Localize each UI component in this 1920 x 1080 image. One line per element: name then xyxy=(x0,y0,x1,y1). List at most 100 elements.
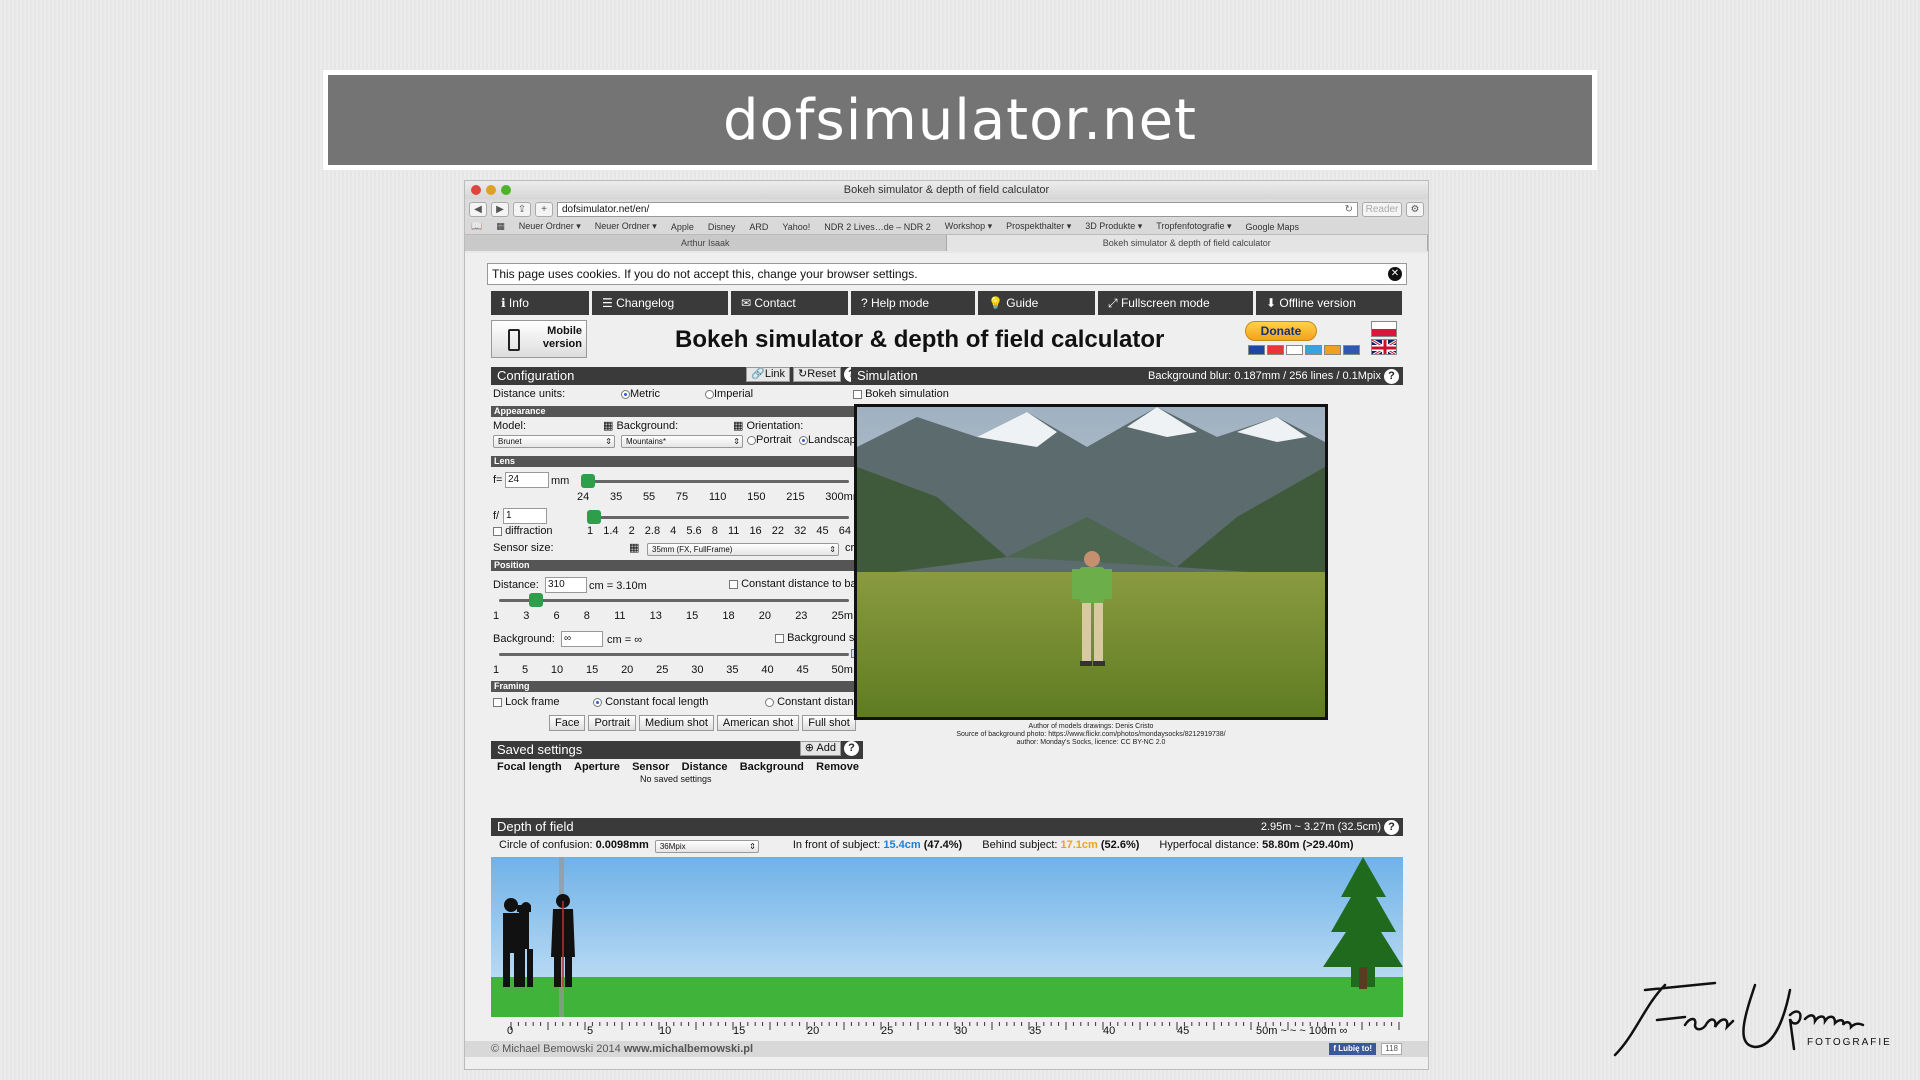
bookmark-item[interactable]: Neuer Ordner ▾ xyxy=(519,221,581,232)
menu-label: Help mode xyxy=(871,296,930,310)
imperial-radio-dot[interactable] xyxy=(705,389,714,399)
top-sites-grid-icon[interactable]: ▦ xyxy=(496,221,505,232)
mobile-line2: version xyxy=(542,338,582,350)
landscape-radio-dot[interactable] xyxy=(799,435,808,445)
help-icon[interactable]: ? xyxy=(1384,368,1399,384)
imperial-radio[interactable]: Imperial xyxy=(705,388,753,400)
reload-icon[interactable]: ↻ xyxy=(1345,203,1353,216)
settings-icon[interactable]: ⚙ xyxy=(1406,201,1424,217)
bokeh-check[interactable] xyxy=(853,389,862,399)
metric-radio-dot[interactable] xyxy=(621,389,630,399)
background-select[interactable]: Mountains* ⇕ xyxy=(621,435,743,448)
focal-ticks: 24 35 55 75 110 150 215 300mm xyxy=(577,491,862,503)
mobile-version-button[interactable]: Mobile version xyxy=(491,320,587,358)
distance-slider-track[interactable] xyxy=(499,599,849,602)
focal-slider-track[interactable] xyxy=(583,480,849,483)
sensor-select[interactable]: 35mm (FX, FullFrame) ⇕ xyxy=(647,543,839,556)
forward-icon[interactable]: ▶ xyxy=(491,201,509,217)
bookmark-item[interactable]: NDR 2 Lives…de – NDR 2 xyxy=(824,222,931,232)
portrait-radio[interactable]: Portrait xyxy=(747,434,791,446)
tick-label: 15 xyxy=(585,664,599,676)
close-icon[interactable]: ✕ xyxy=(1388,267,1402,281)
constant-distance-dot[interactable] xyxy=(765,697,774,707)
menu-contact[interactable]: ✉ Contact xyxy=(731,291,848,315)
facebook-like-button[interactable]: f Lubię to! xyxy=(1329,1043,1376,1055)
medium-shot-button[interactable]: Medium shot xyxy=(638,715,714,731)
menu-changelog[interactable]: ☰ Changelog xyxy=(592,291,728,315)
bookmarks-book-icon[interactable]: 📖 xyxy=(471,221,482,232)
minimize-window-icon[interactable] xyxy=(486,185,496,195)
diffraction-check[interactable] xyxy=(493,526,502,536)
bookmark-item[interactable]: Tropfenfotografie ▾ xyxy=(1156,221,1231,232)
aperture-input[interactable]: 1 xyxy=(503,508,547,524)
main-menu: ℹ Info ☰ Changelog ✉ Contact ? Help mode… xyxy=(491,291,1402,315)
tick-label: 25m xyxy=(831,610,853,622)
model-select[interactable]: Brunet ⇕ xyxy=(493,435,615,448)
link-button[interactable]: 🔗Link xyxy=(746,367,791,382)
author-site-link[interactable]: www.michalbemowski.pl xyxy=(624,1043,753,1055)
distance-input[interactable]: 310 xyxy=(545,577,587,593)
tab-arthur-isaak[interactable]: Arthur Isaak xyxy=(465,235,947,251)
bookmark-item[interactable]: Yahoo! xyxy=(782,222,810,232)
dof-range: 2.95m ~ 3.27m (32.5cm) xyxy=(1260,821,1381,833)
bookmark-item[interactable]: 3D Produkte ▾ xyxy=(1085,221,1142,232)
background-distance-input[interactable]: ∞ xyxy=(561,631,603,647)
new-tab-icon[interactable]: + xyxy=(535,201,553,217)
distance-slider-thumb[interactable] xyxy=(528,593,543,607)
background-slider-track[interactable] xyxy=(499,653,849,656)
menu-guide[interactable]: 💡 Guide xyxy=(978,291,1095,315)
bookmark-item[interactable]: Apple xyxy=(671,222,694,232)
share-icon[interactable]: ⇪ xyxy=(513,201,531,217)
bg-scaling-check[interactable] xyxy=(775,633,784,643)
bookmark-item[interactable]: Neuer Ordner ▾ xyxy=(595,221,657,232)
ruler-label: 40 xyxy=(1103,1025,1116,1037)
menu-help-mode[interactable]: ? Help mode xyxy=(851,291,975,315)
reader-button[interactable]: Reader xyxy=(1362,201,1402,217)
tab-bokeh-simulator[interactable]: Bokeh simulator & depth of field calcula… xyxy=(946,235,1428,251)
menu-fullscreen[interactable]: ⤢ Fullscreen mode xyxy=(1098,291,1253,315)
back-icon[interactable]: ◀ xyxy=(469,201,487,217)
constant-bg-check[interactable] xyxy=(729,579,738,589)
zoom-window-icon[interactable] xyxy=(501,185,511,195)
coc-select[interactable]: 36Mpix ⇕ xyxy=(654,840,759,853)
face-button[interactable]: Face xyxy=(549,715,586,731)
constant-distance-radio[interactable]: Constant distance xyxy=(765,696,865,708)
portrait-radio-dot[interactable] xyxy=(747,435,756,445)
bookmark-item[interactable]: Workshop ▾ xyxy=(945,221,992,232)
tick-label: 11 xyxy=(614,610,626,622)
bookmark-item[interactable]: Disney xyxy=(708,222,736,232)
reset-button[interactable]: ↻Reset xyxy=(793,367,841,382)
help-icon[interactable]: ? xyxy=(1384,819,1399,835)
add-button[interactable]: ⊕ Add xyxy=(799,741,841,756)
menu-offline[interactable]: ⬇ Offline version xyxy=(1256,291,1402,315)
menu-info[interactable]: ℹ Info xyxy=(491,291,589,315)
diffraction-checkbox[interactable]: diffraction xyxy=(493,525,553,537)
tick-label: 6 xyxy=(553,610,560,622)
focal-length-input[interactable]: 24 xyxy=(505,472,549,488)
credit-line: Author of models drawings: Denis Cristo xyxy=(1028,723,1154,730)
donate-button[interactable]: Donate xyxy=(1245,321,1317,341)
american-shot-button[interactable]: American shot xyxy=(716,715,800,731)
lock-frame-checkbox[interactable]: Lock frame xyxy=(493,696,559,708)
url-bar[interactable]: dofsimulator.net/en/ ↻ xyxy=(557,201,1358,217)
flag-english-icon[interactable] xyxy=(1371,339,1397,355)
bookmark-item[interactable]: Prospekthalter ▾ xyxy=(1006,221,1071,232)
bokeh-simulation-checkbox[interactable]: Bokeh simulation xyxy=(853,388,949,400)
aperture-slider-track[interactable] xyxy=(589,516,849,519)
aperture-slider-thumb[interactable] xyxy=(587,510,601,524)
portrait-button[interactable]: Portrait xyxy=(588,715,636,731)
landscape-radio[interactable]: Landscape xyxy=(799,434,862,446)
behind-label: Behind subject: xyxy=(982,839,1058,851)
tick-label: 35 xyxy=(609,491,623,503)
metric-radio[interactable]: Metric xyxy=(621,388,660,400)
close-window-icon[interactable] xyxy=(471,185,481,195)
focal-slider-thumb[interactable] xyxy=(581,474,595,488)
bookmark-item[interactable]: ARD xyxy=(749,222,768,232)
constant-focal-dot[interactable] xyxy=(593,697,602,707)
bookmark-item[interactable]: Google Maps xyxy=(1246,222,1300,232)
lock-frame-check[interactable] xyxy=(493,697,502,707)
flag-polish-icon[interactable] xyxy=(1371,321,1397,337)
constant-focal-radio[interactable]: Constant focal length xyxy=(593,696,708,708)
distance-ticks: 1 3 6 8 11 13 15 18 20 23 25m xyxy=(493,610,853,622)
full-shot-button[interactable]: Full shot xyxy=(802,715,856,731)
